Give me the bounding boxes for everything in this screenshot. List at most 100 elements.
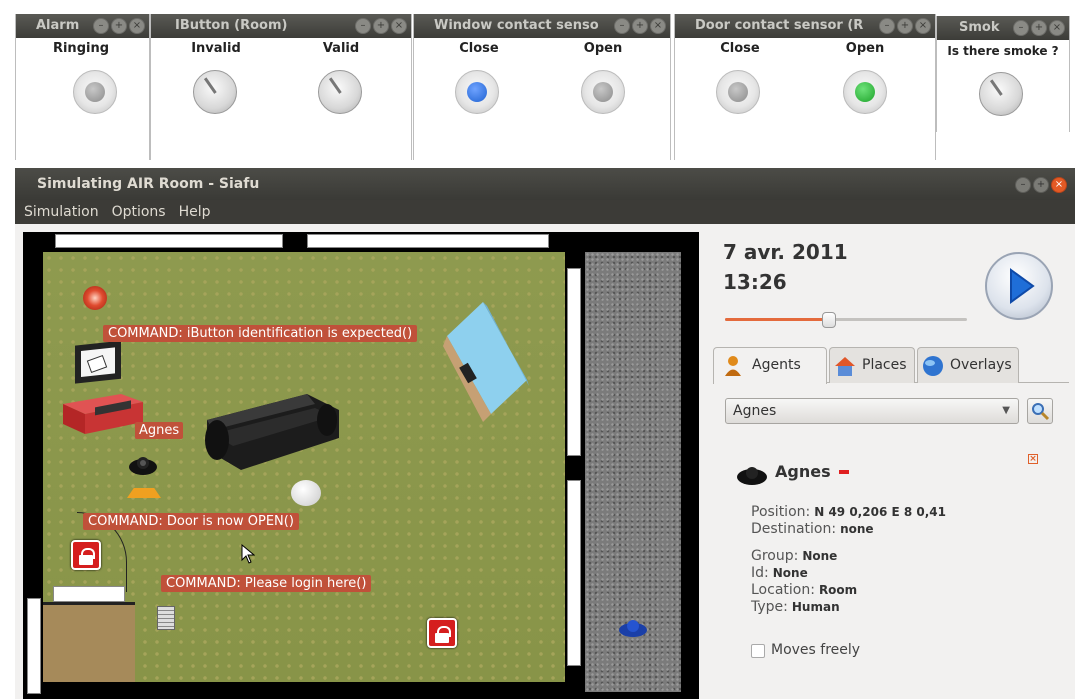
close-details-icon[interactable]: × [1028,454,1038,464]
type-row: Type: Human [751,599,840,615]
menu-options[interactable]: Options [112,200,166,224]
state-label: Ringing [52,41,110,56]
location-value: Room [818,583,858,597]
door-contact-panel: Door contact sensor (R – + × Close Open [674,14,936,160]
slider-fill [725,318,830,321]
minimize-button[interactable]: – [1013,20,1029,36]
close-button[interactable]: × [129,18,145,34]
invalid-knob[interactable] [193,70,237,114]
keypad-icon[interactable] [157,606,175,630]
agent-label: Agnes [135,422,184,439]
right-window-lower [567,480,581,666]
window-open-led[interactable] [581,70,625,114]
minimize-button[interactable]: – [614,18,630,34]
state-label: Close [720,41,760,56]
command-door-open: COMMAND: Door is now OPEN() [83,513,299,530]
menu-simulation[interactable]: Simulation [24,200,99,224]
maximize-button[interactable]: + [111,18,127,34]
agent-color-marker [839,470,849,474]
search-icon [1032,403,1050,421]
entrance-mat [43,602,135,682]
time-text: 13:26 [723,270,787,294]
id-row: Id: None [751,565,808,581]
smoke-detector-icon[interactable] [291,480,321,506]
maximize-button[interactable]: + [1031,20,1047,36]
search-button[interactable] [1027,398,1053,424]
maximize-button[interactable]: + [373,18,389,34]
smoke-knob[interactable] [979,72,1023,116]
group-row: Group: None [751,548,837,564]
main-window: Simulating AIR Room - Siafu – + × Simula… [15,168,1075,699]
mouse-cursor-icon [241,543,256,568]
menu-help[interactable]: Help [179,200,211,224]
moves-freely-checkbox[interactable] [751,644,765,658]
door-open-led[interactable] [843,70,887,114]
alarm-panel: Alarm – + × Ringing [15,14,150,160]
maximize-window-button[interactable]: + [1033,177,1049,193]
date-text: 7 avr. 2011 [723,240,848,264]
tab-places[interactable]: Places [829,347,915,383]
agent-select[interactable]: Agnes ▼ [725,398,1019,424]
door-close-led[interactable] [716,70,760,114]
ibutton-panel: IButton (Room) – + × Invalid Valid [150,14,412,160]
command-login: COMMAND: Please login here() [161,575,372,592]
tab-places-label: Places [862,357,907,373]
agent-blue-icon[interactable] [617,618,649,638]
minimize-button[interactable]: – [93,18,109,34]
state-label: Is there smoke ? [947,44,1059,58]
door-lock-icon[interactable] [71,540,101,570]
close-button[interactable]: × [915,18,931,34]
valid-knob[interactable] [318,70,362,114]
house-icon [835,357,855,376]
position-label: Position: [751,504,811,520]
top-window-left [55,234,283,248]
sofa-icon [197,380,343,474]
globe-icon [923,356,943,376]
agent-details-icon [735,464,769,486]
minimize-window-button[interactable]: – [1015,177,1031,193]
play-button[interactable] [985,252,1053,320]
right-pane: 7 avr. 2011 13:26 Agents Places Overlays [713,232,1075,699]
minimize-button[interactable]: – [355,18,371,34]
top-window-right [307,234,549,248]
tab-agents-label: Agents [752,357,801,373]
simulation-map[interactable]: Agnes COMMAND: iButton identification is… [23,232,699,699]
close-button[interactable]: × [650,18,666,34]
agent-name: Agnes [775,462,831,481]
tab-overlays[interactable]: Overlays [917,347,1019,383]
state-label: Open [583,41,623,56]
tab-bar: Agents Places Overlays [713,347,1069,384]
close-button[interactable]: × [391,18,407,34]
ringing-led[interactable] [73,70,117,114]
maximize-button[interactable]: + [897,18,913,34]
minimize-button[interactable]: – [879,18,895,34]
slider-thumb[interactable] [822,312,837,328]
tv-icon[interactable] [71,340,127,390]
speed-slider[interactable] [725,312,967,328]
agent-icon [725,356,741,376]
state-label: Close [459,41,499,56]
maximize-button[interactable]: + [632,18,648,34]
id-label: Id: [751,565,769,581]
moves-freely-label: Moves freely [771,642,861,658]
tab-agents[interactable]: Agents [713,347,827,384]
state-label: Open [845,41,885,56]
play-icon [1010,268,1035,304]
position-value: N 49 0,206 E 8 0,41 [814,505,946,519]
group-label: Group: [751,548,799,564]
tab-overlays-label: Overlays [950,357,1012,373]
left-window [27,598,41,694]
close-window-button[interactable]: × [1051,177,1067,193]
close-button[interactable]: × [1049,20,1065,36]
window-close-led[interactable] [455,70,499,114]
blue-roof-object [443,302,529,424]
type-label: Type: [751,599,788,615]
state-label: Valid [322,41,360,56]
window-contact-panel: Window contact senso – + × Close Open [413,14,671,160]
tv-stand-icon [61,390,145,436]
group-value: None [802,549,838,563]
right-window-upper [567,268,581,456]
window-lock-icon[interactable] [427,618,457,648]
alarm-bell-icon[interactable] [83,286,107,310]
agent-agnes-icon[interactable] [127,454,159,476]
